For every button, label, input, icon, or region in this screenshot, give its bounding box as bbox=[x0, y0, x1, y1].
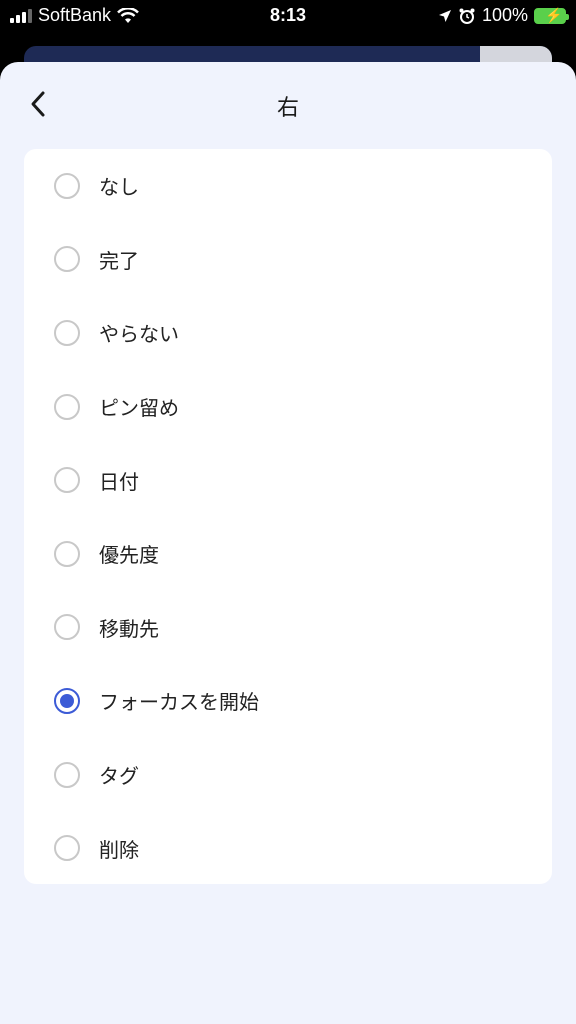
radio-button[interactable] bbox=[54, 246, 80, 273]
option-delete[interactable]: 削除 bbox=[24, 811, 552, 885]
radio-button-selected[interactable] bbox=[54, 687, 80, 714]
settings-sheet: 右 なし 完了 やらない ピン留め 日付 優先度 移動先 フォーカスを開始 タグ… bbox=[0, 62, 576, 1024]
option-complete[interactable]: 完了 bbox=[24, 223, 552, 297]
option-tag[interactable]: タグ bbox=[24, 738, 552, 812]
option-label: 優先度 bbox=[99, 543, 159, 568]
radio-button[interactable] bbox=[54, 835, 80, 862]
alarm-icon bbox=[459, 8, 475, 24]
option-label: 完了 bbox=[99, 248, 139, 273]
location-icon bbox=[438, 9, 451, 22]
status-bar: SoftBank 8:13 100% ⚡ bbox=[0, 0, 576, 32]
option-move-to[interactable]: 移動先 bbox=[24, 591, 552, 665]
options-list: なし 完了 やらない ピン留め 日付 優先度 移動先 フォーカスを開始 タグ 削… bbox=[24, 149, 552, 884]
option-label: フォーカスを開始 bbox=[99, 690, 259, 715]
option-priority[interactable]: 優先度 bbox=[24, 517, 552, 591]
option-label: 移動先 bbox=[99, 616, 159, 641]
option-none[interactable]: なし bbox=[24, 149, 552, 223]
status-right: 100% ⚡ bbox=[438, 5, 569, 26]
battery-icon: ⚡ bbox=[534, 7, 569, 24]
option-label: やらない bbox=[99, 322, 179, 347]
battery-percent: 100% bbox=[481, 5, 528, 25]
radio-button[interactable] bbox=[54, 172, 80, 199]
sheet-header: 右 bbox=[0, 62, 576, 150]
option-pin[interactable]: ピン留め bbox=[24, 370, 552, 444]
option-start-focus[interactable]: フォーカスを開始 bbox=[24, 664, 552, 738]
radio-button[interactable] bbox=[54, 393, 80, 420]
radio-button[interactable] bbox=[54, 540, 80, 567]
radio-button[interactable] bbox=[54, 761, 80, 788]
option-label: タグ bbox=[99, 764, 139, 789]
option-date[interactable]: 日付 bbox=[24, 443, 552, 517]
option-label: ピン留め bbox=[99, 396, 179, 421]
option-label: なし bbox=[99, 175, 139, 200]
radio-button[interactable] bbox=[54, 467, 80, 494]
option-wont-do[interactable]: やらない bbox=[24, 296, 552, 370]
option-label: 削除 bbox=[99, 837, 139, 862]
page-title: 右 bbox=[276, 96, 299, 121]
radio-button[interactable] bbox=[54, 614, 80, 641]
radio-button[interactable] bbox=[54, 319, 80, 346]
option-label: 日付 bbox=[99, 469, 139, 494]
